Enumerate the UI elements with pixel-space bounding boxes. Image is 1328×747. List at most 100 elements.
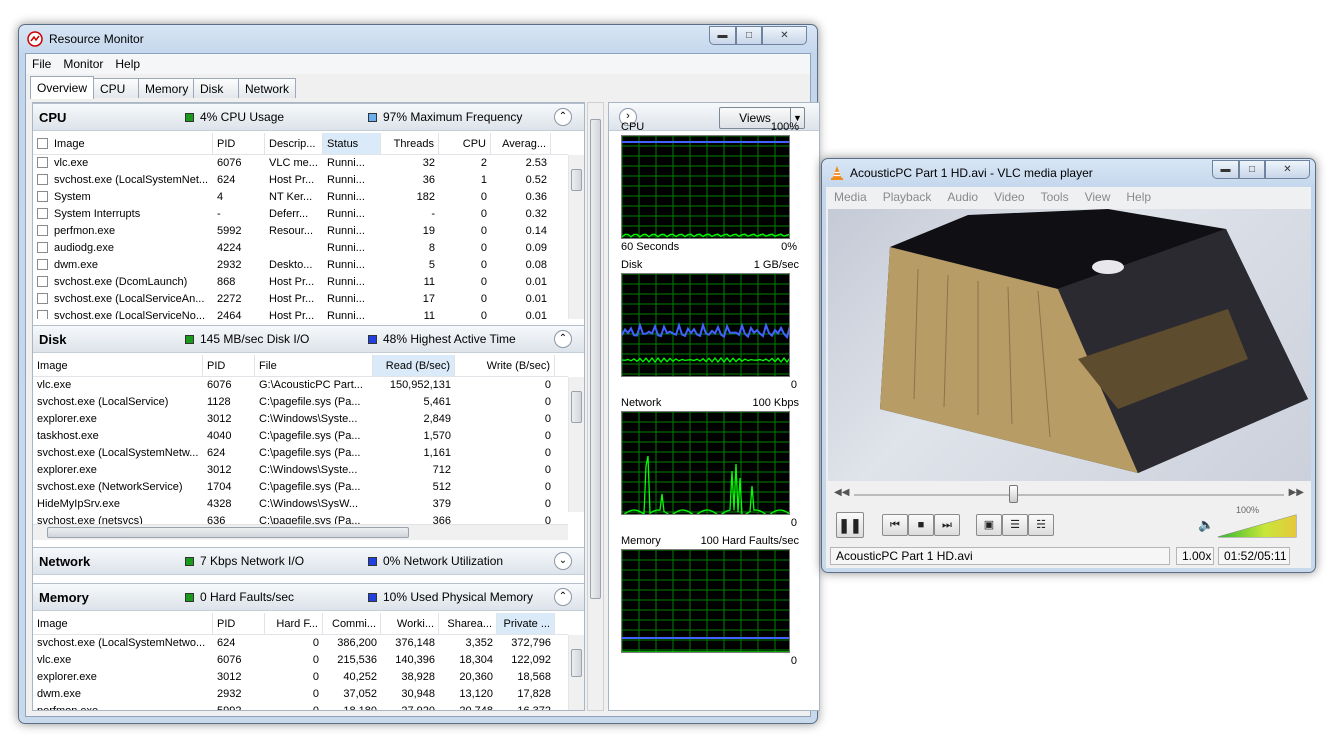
table-row[interactable]: explorer.exe 3012 C:\Windows\Syste... 712 0	[33, 462, 568, 479]
playback-time[interactable]: 01:52/05:11	[1218, 547, 1290, 565]
column-header[interactable]: Threads	[381, 133, 439, 154]
vlc-menu-media[interactable]: Media	[826, 190, 875, 204]
seek-handle[interactable]	[1008, 485, 1018, 503]
row-checkbox[interactable]	[37, 225, 48, 236]
table-row[interactable]: svchost.exe (NetworkService) 1704 C:\pagef…	[33, 479, 568, 496]
column-header[interactable]: Image	[33, 355, 203, 376]
row-checkbox[interactable]	[37, 259, 48, 270]
row-checkbox[interactable]	[37, 310, 48, 319]
tab-overview[interactable]: Overview	[30, 76, 95, 99]
cpu-table-scrollbar[interactable]	[568, 155, 584, 319]
column-header[interactable]: Image	[33, 133, 213, 154]
table-row[interactable]: vlc.exe 6076 VLC me... Runni... 32 2 2.53	[33, 155, 568, 172]
disk-section-header[interactable]: Disk 145 MB/sec Disk I/O 48% Highest Act…	[33, 325, 584, 353]
column-header[interactable]: Commi...	[323, 613, 381, 634]
vlc-minimize-button[interactable]: ▬	[1212, 160, 1239, 179]
row-checkbox[interactable]	[37, 242, 48, 253]
row-checkbox[interactable]	[37, 293, 48, 304]
table-row[interactable]: explorer.exe 3012 C:\Windows\Syste... 2,849…	[33, 411, 568, 428]
column-header[interactable]: Private ...	[497, 613, 555, 634]
table-row[interactable]: vlc.exe 6076 G:\AcousticPC Part... 150,952,…	[33, 377, 568, 394]
table-row[interactable]: svchost.exe (LocalSystemNetw... 624 C:\pag…	[33, 445, 568, 462]
vlc-maximize-button[interactable]: □	[1239, 160, 1265, 179]
chevron-up-icon[interactable]: ⌃	[554, 588, 572, 606]
column-header[interactable]: Read (B/sec)	[373, 355, 455, 376]
disk-table-scrollbar[interactable]	[568, 377, 584, 512]
table-row[interactable]: svchost.exe (LocalServiceNo... 2464 Host P…	[33, 308, 568, 319]
column-header[interactable]: Averag...	[491, 133, 551, 154]
column-header[interactable]: PID	[213, 133, 265, 154]
maximize-button[interactable]: □	[736, 26, 762, 45]
overview-scrollbar[interactable]	[587, 102, 604, 711]
tab-memory[interactable]: Memory	[138, 78, 195, 98]
playlist-button[interactable]: ☰	[1002, 514, 1028, 536]
table-row[interactable]: svchost.exe (LocalSystemNetwo... 624 0 386,…	[33, 635, 568, 652]
vlc-close-button[interactable]: ✕	[1265, 160, 1310, 179]
minimize-button[interactable]: ▬	[709, 26, 736, 45]
tab-network[interactable]: Network	[238, 78, 297, 98]
chevron-up-icon[interactable]: ⌃	[554, 108, 572, 126]
row-checkbox[interactable]	[37, 276, 48, 287]
close-button[interactable]: ✕	[762, 26, 807, 45]
next-button[interactable]: ⏭	[934, 514, 960, 536]
column-header[interactable]: Descrip...	[265, 133, 323, 154]
memory-table-scrollbar[interactable]	[568, 635, 584, 710]
row-checkbox[interactable]	[37, 191, 48, 202]
row-checkbox[interactable]	[37, 174, 48, 185]
seek-bar[interactable]: ◀◀ ▶▶	[834, 485, 1304, 503]
column-header[interactable]: Image	[33, 613, 213, 634]
vlc-menu-help[interactable]: Help	[1118, 190, 1159, 204]
vlc-menu-playback[interactable]: Playback	[875, 190, 940, 204]
table-row[interactable]: vlc.exe 6076 0 215,536 140,396 18,304 122,092	[33, 652, 568, 669]
select-all-checkbox[interactable]	[37, 138, 48, 149]
chevron-down-icon[interactable]: ⌄	[554, 552, 572, 570]
vlc-menu-video[interactable]: Video	[986, 190, 1032, 204]
table-row[interactable]: svchost.exe (LocalService) 1128 C:\pagefil…	[33, 394, 568, 411]
column-header[interactable]: Hard F...	[265, 613, 323, 634]
table-row[interactable]: dwm.exe 2932 Deskto... Runni... 5 0 0.08	[33, 257, 568, 274]
table-row[interactable]: taskhost.exe 4040 C:\pagefile.sys (Pa... 1,…	[33, 428, 568, 445]
table-row[interactable]: dwm.exe 2932 0 37,052 30,948 13,120 17,828	[33, 686, 568, 703]
table-row[interactable]: System 4 NT Ker... Runni... 182 0 0.36	[33, 189, 568, 206]
column-header[interactable]: Sharea...	[439, 613, 497, 634]
fullscreen-button[interactable]: ▣	[976, 514, 1002, 536]
table-row[interactable]: perfmon.exe 5992 0 18,180 27,920 20,748 16,372	[33, 703, 568, 710]
tab-cpu[interactable]: CPU	[93, 78, 140, 98]
speaker-icon[interactable]: 🔈	[1198, 517, 1214, 533]
row-checkbox[interactable]	[37, 157, 48, 168]
table-row[interactable]: HideMyIpSrv.exe 4328 C:\Windows\SysW... 379…	[33, 496, 568, 513]
column-header[interactable]: File	[255, 355, 373, 376]
column-header[interactable]: PID	[213, 613, 265, 634]
vlc-menu-tools[interactable]: Tools	[1033, 190, 1077, 204]
cpu-section-header[interactable]: CPU 4% CPU Usage 97% Maximum Frequency ⌃	[33, 103, 584, 131]
column-header[interactable]: Worki...	[381, 613, 439, 634]
table-row[interactable]: explorer.exe 3012 0 40,252 38,928 20,360 18,56…	[33, 669, 568, 686]
column-header[interactable]: PID	[203, 355, 255, 376]
vlc-menu-view[interactable]: View	[1077, 190, 1119, 204]
column-header[interactable]: Status	[323, 133, 381, 154]
menu-monitor[interactable]: Monitor	[57, 57, 109, 71]
table-row[interactable]: System Interrupts - Deferr... Runni... - 0 0.3…	[33, 206, 568, 223]
table-row[interactable]: audiodg.exe 4224 Runni... 8 0 0.09	[33, 240, 568, 257]
video-frame[interactable]	[828, 209, 1311, 481]
network-section-header[interactable]: Network 7 Kbps Network I/O 0% Network Ut…	[33, 547, 584, 575]
memory-section-header[interactable]: Memory 0 Hard Faults/sec 10% Used Physic…	[33, 583, 584, 611]
menu-file[interactable]: File	[26, 57, 57, 71]
stop-button[interactable]: ■	[908, 514, 934, 536]
column-header[interactable]: Write (B/sec)	[455, 355, 555, 376]
table-row[interactable]: svchost.exe (LocalServiceAn... 2272 Host P…	[33, 291, 568, 308]
volume-slider[interactable]: 100%	[1216, 505, 1298, 539]
column-header[interactable]: CPU	[439, 133, 491, 154]
pause-button[interactable]: ❚❚	[836, 512, 864, 538]
table-row[interactable]: svchost.exe (DcomLaunch) 868 Host Pr... Run…	[33, 274, 568, 291]
tab-disk[interactable]: Disk	[193, 78, 240, 98]
disk-table-hscrollbar[interactable]	[33, 524, 568, 540]
previous-button[interactable]: ⏮	[882, 514, 908, 536]
row-checkbox[interactable]	[37, 208, 48, 219]
playback-speed[interactable]: 1.00x	[1176, 547, 1214, 565]
table-row[interactable]: perfmon.exe 5992 Resour... Runni... 19 0 0.14	[33, 223, 568, 240]
equalizer-button[interactable]: ☵	[1028, 514, 1054, 536]
menu-help[interactable]: Help	[109, 57, 146, 71]
rm-titlebar[interactable]: Resource Monitor	[19, 25, 817, 53]
vlc-menu-audio[interactable]: Audio	[939, 190, 986, 204]
